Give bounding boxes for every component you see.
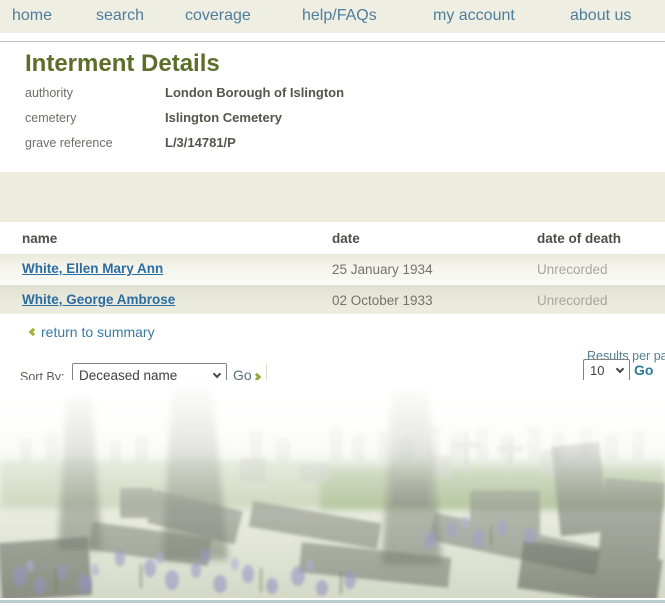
nav-divider [0, 41, 665, 42]
nav-link-search[interactable]: search [96, 7, 144, 25]
results-per-page-select[interactable]: 10 [583, 359, 630, 382]
return-arrow-icon [29, 328, 37, 336]
column-header-name: name [22, 231, 57, 246]
interment-details-page: home search coverage help/FAQs my accoun… [0, 0, 665, 606]
detail-value: Islington Cemetery [165, 110, 282, 125]
nav-link-coverage[interactable]: coverage [185, 7, 251, 25]
interment-date: 02 October 1933 [332, 293, 433, 308]
column-header-date-of-death: date of death [537, 231, 621, 246]
table-row: White, George Ambrose 02 October 1933 Un… [0, 285, 665, 314]
detail-row-cemetery: cemeteryIslington Cemetery [25, 110, 282, 125]
deceased-name-link[interactable]: White, George Ambrose [22, 292, 175, 307]
detail-row-authority: authorityLondon Borough of Islington [25, 85, 344, 100]
detail-value: London Borough of Islington [165, 85, 344, 100]
nav-link-about-us[interactable]: about us [570, 7, 631, 25]
bottom-accent-bar [0, 600, 665, 603]
results-per-page-value: 10 [590, 363, 604, 378]
date-of-death: Unrecorded [537, 293, 608, 308]
chevron-down-icon [616, 365, 624, 373]
detail-value: L/3/14781/P [165, 135, 236, 150]
detail-row-grave-reference: grave referenceL/3/14781/P [25, 135, 236, 150]
column-header-date: date [332, 231, 360, 246]
results-go-button[interactable]: Go [634, 362, 653, 378]
deceased-name-link[interactable]: White, Ellen Mary Ann [22, 261, 163, 276]
top-nav: home search coverage help/FAQs my accoun… [0, 0, 665, 33]
nav-link-home[interactable]: home [12, 7, 52, 25]
nav-link-help-faqs[interactable]: help/FAQs [302, 7, 377, 25]
return-to-summary-link[interactable]: return to summary [30, 324, 155, 340]
detail-label: grave reference [25, 136, 165, 150]
table-row: White, Ellen Mary Ann 25 January 1934 Un… [0, 254, 665, 284]
date-of-death: Unrecorded [537, 262, 608, 277]
return-to-summary-label: return to summary [41, 324, 155, 340]
sort-toolbar: Sort By: Deceased name Go Results per pa… [0, 172, 665, 222]
nav-link-my-account[interactable]: my account [433, 7, 515, 25]
cemetery-photo [0, 380, 665, 598]
interment-date: 25 January 1934 [332, 262, 433, 277]
chevron-down-icon [213, 370, 221, 378]
detail-label: cemetery [25, 111, 165, 125]
detail-label: authority [25, 86, 165, 100]
page-title: Interment Details [25, 50, 220, 78]
